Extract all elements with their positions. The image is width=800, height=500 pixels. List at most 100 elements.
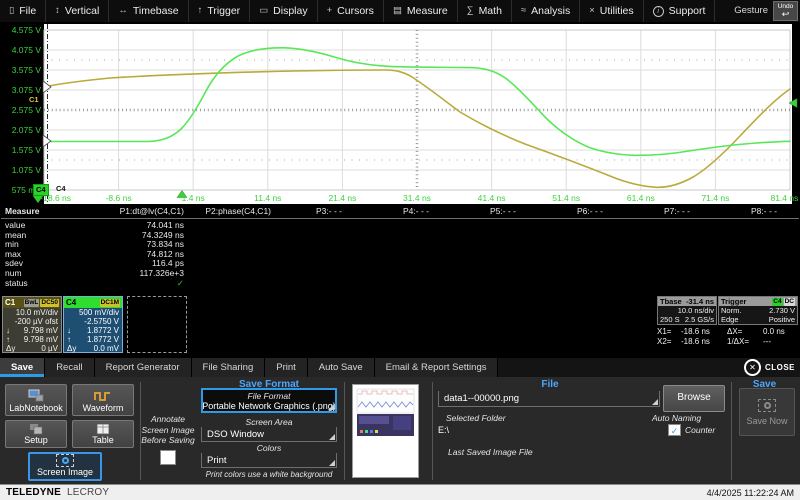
y-axis-label: 2.075 V [0,125,41,135]
measure-cell [625,250,712,260]
close-icon: ✕ [744,359,761,376]
tab-report-generator[interactable]: Report Generator [95,358,192,377]
screen-area-select[interactable]: DSO Window [201,427,337,442]
tab-auto-save[interactable]: Auto Save [308,358,375,377]
measure-column-header[interactable]: P3:- - - [277,205,364,218]
measure-cell [451,259,538,269]
measure-column-header[interactable]: P6:- - - [538,205,625,218]
waveform-button[interactable]: Waveform [72,384,134,416]
trigger-coupling-badge: DC [784,298,795,306]
menu-item-math[interactable]: ∑Math [458,0,512,22]
c1-bwl-badge: BwL [24,299,40,307]
menu-item-support[interactable]: iSupport [644,0,716,22]
close-button[interactable]: ✕ CLOSE [744,360,795,375]
measure-cell [190,259,277,269]
image-preview-thumbnail [352,384,419,478]
timebase-icon: ↔ [118,6,128,16]
tab-email-report-settings[interactable]: Email & Report Settings [375,358,499,377]
timebase-delay: -31.4 ns [686,297,714,306]
undo-button[interactable]: Undo ↩ [773,1,798,21]
measure-cell [712,221,799,231]
trigger-box[interactable]: Trigger C4 DC Norm. 2.730 V Edge Positiv… [718,296,798,325]
dialog-tab-bar: SaveRecallReport GeneratorFile SharingPr… [0,358,800,377]
empty-descriptor-slot[interactable] [127,296,187,353]
colors-label: Colors [200,443,338,453]
measure-row-value: value74.041 ns [1,221,799,231]
setup-button[interactable]: Setup [5,420,67,448]
measure-cell [190,269,277,279]
measure-column-header[interactable]: P5:- - - [451,205,538,218]
colors-value: Print [207,455,227,466]
measure-row-label: status [1,279,103,289]
labnotebook-button[interactable]: LabNotebook [5,384,67,416]
support-icon: i [653,6,664,17]
annotate-checkbox[interactable] [160,450,176,465]
x-axis-label: 41.4 ns [478,193,506,203]
measure-column-header[interactable]: P1:dt@lv(C4,C1) [103,205,190,218]
x2-label: X2= [657,337,681,347]
vertical-icon: ↕ [55,6,60,16]
measure-column-header[interactable]: P7:- - - [625,205,712,218]
menu-item-trigger[interactable]: ↑Trigger [189,0,251,22]
counter-checkbox[interactable]: ✓ [668,424,681,436]
filename-select[interactable]: data1--00000.png [438,391,660,407]
utilities-icon: × [589,6,595,16]
browse-label: Browse [677,392,710,403]
menu-item-analysis[interactable]: ≈Analysis [512,0,580,22]
menu-item-utilities[interactable]: ×Utilities [580,0,643,22]
trigger-level-marker[interactable] [789,99,797,108]
measure-cell [364,221,451,231]
timebase-box[interactable]: Tbase -31.4 ns 10.0 ns/div 250 S 2.5 GS/… [657,296,717,325]
c1-ground-marker [43,81,51,93]
menu-item-label: Analysis [531,5,570,17]
measure-cell [277,221,364,231]
file-header: File [438,379,662,390]
save-now-button[interactable]: Save Now [739,388,795,436]
measure-column-header[interactable]: P4:- - - [364,205,451,218]
measure-cell [625,231,712,241]
divider [432,382,433,480]
tab-save[interactable]: Save [0,358,45,377]
measure-cell [277,250,364,260]
measure-cell [364,259,451,269]
setup-label: Setup [24,435,48,445]
measure-cell [277,269,364,279]
measure-column-header[interactable]: P2:phase(C4,C1) [190,205,277,218]
save-dialog: SaveRecallReport GeneratorFile SharingPr… [0,358,800,484]
measure-cell [538,259,625,269]
measure-row-sdev: sdev116.4 ps [1,259,799,269]
file-format-label: File Format [248,391,291,401]
preview-content [353,385,418,477]
measure-column-header[interactable]: P8:- - - [712,205,799,218]
c4-scale: 500 mV/div [79,308,119,317]
tab-file-sharing[interactable]: File Sharing [192,358,266,377]
tab-print[interactable]: Print [265,358,308,377]
x-axis-label: 81.4 ns [770,193,798,203]
browse-button[interactable]: Browse [663,385,725,412]
c4-descriptor-box[interactable]: C4 DC1M 500 mV/div -2.5750 V ↓1.8772 V ↑… [63,296,123,353]
menu-item-timebase[interactable]: ↔ Timebase [109,0,188,22]
menu-item-label: Timebase [133,5,179,17]
c1-descriptor-box[interactable]: C1 BwL DC50 10.0 mV/div -200 µV ofst ↓9.… [2,296,62,353]
file-format-select[interactable]: File Format Portable Network Graphics (.… [201,388,337,413]
colors-select[interactable]: Print [201,453,337,468]
counter-label: Counter [685,425,715,435]
menu-item-display[interactable]: ▭Display [250,0,317,22]
measure-cell [451,240,538,250]
screen-image-button[interactable]: Screen Image [28,452,102,481]
measure-cell [538,240,625,250]
c4-min: 1.8772 V [87,326,119,335]
c4-ground-marker [43,135,51,147]
menu-item-file[interactable]: ▯File [0,0,46,22]
measure-cell [451,231,538,241]
tab-recall[interactable]: Recall [45,358,94,377]
table-icon [95,423,111,435]
table-label: Table [92,435,114,445]
c1-max: 9.798 mV [24,335,58,344]
menu-item-cursors[interactable]: +Cursors [318,0,384,22]
c4-axis-badge[interactable]: C4 [33,184,49,196]
x-axis-label: 21.4 ns [328,193,356,203]
table-button[interactable]: Table [72,420,134,448]
menu-item-vertical[interactable]: ↕Vertical [46,0,109,22]
menu-item-measure[interactable]: ▤Measure [384,0,458,22]
